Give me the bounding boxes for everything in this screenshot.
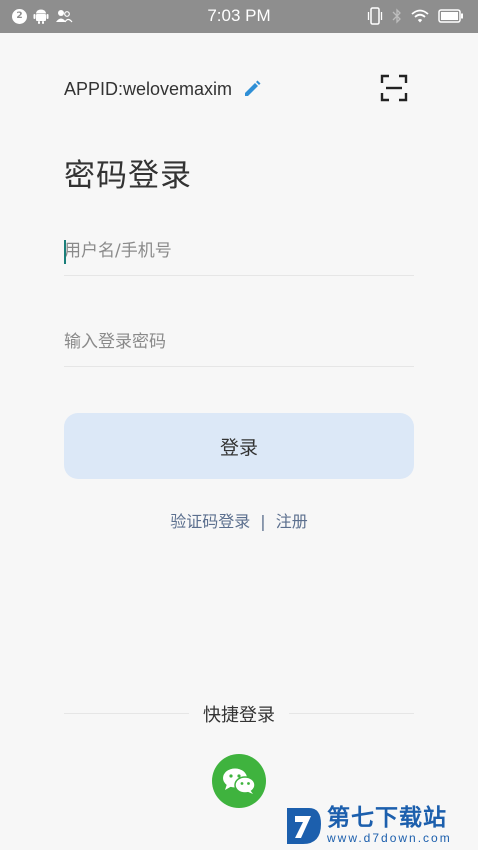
scan-icon[interactable]: [380, 74, 408, 102]
watermark-text: 第七下载站 www.d7down.com: [327, 805, 452, 845]
d7-logo-icon: [287, 808, 321, 844]
quick-login-title-wrapper: 快捷登录: [0, 701, 478, 727]
status-bar: 2 7:03 PM: [0, 0, 478, 33]
password-field-wrapper: [64, 317, 414, 367]
appid-row: APPID:welovemaxim: [64, 77, 262, 101]
password-input[interactable]: [64, 331, 414, 352]
text-caret: [64, 240, 66, 264]
vibrate-icon: [367, 7, 383, 25]
page-title: 密码登录: [64, 158, 192, 194]
bluetooth-icon: [392, 8, 401, 24]
sms-login-link[interactable]: 验证码登录: [170, 512, 250, 531]
username-input[interactable]: [64, 240, 414, 261]
username-field-wrapper: [64, 226, 414, 276]
login-button[interactable]: 登录: [64, 413, 414, 479]
watermark-en: www.d7down.com: [327, 831, 452, 845]
watermark-cn: 第七下载站: [327, 805, 447, 831]
battery-icon: [438, 9, 463, 23]
wechat-icon: [223, 768, 256, 794]
appid-label: APPID:welovemaxim: [64, 78, 233, 99]
alternate-login-links: 验证码登录 | 注册: [0, 508, 478, 532]
site-watermark: 第七下载站 www.d7down.com: [283, 800, 478, 850]
wechat-login-button[interactable]: [212, 754, 266, 808]
pencil-icon[interactable]: [242, 79, 262, 99]
link-separator: |: [260, 512, 266, 531]
register-link[interactable]: 注册: [276, 512, 308, 531]
wifi-icon: [411, 9, 429, 22]
status-right-icons: [367, 7, 464, 25]
quick-login-title: 快捷登录: [189, 705, 289, 726]
